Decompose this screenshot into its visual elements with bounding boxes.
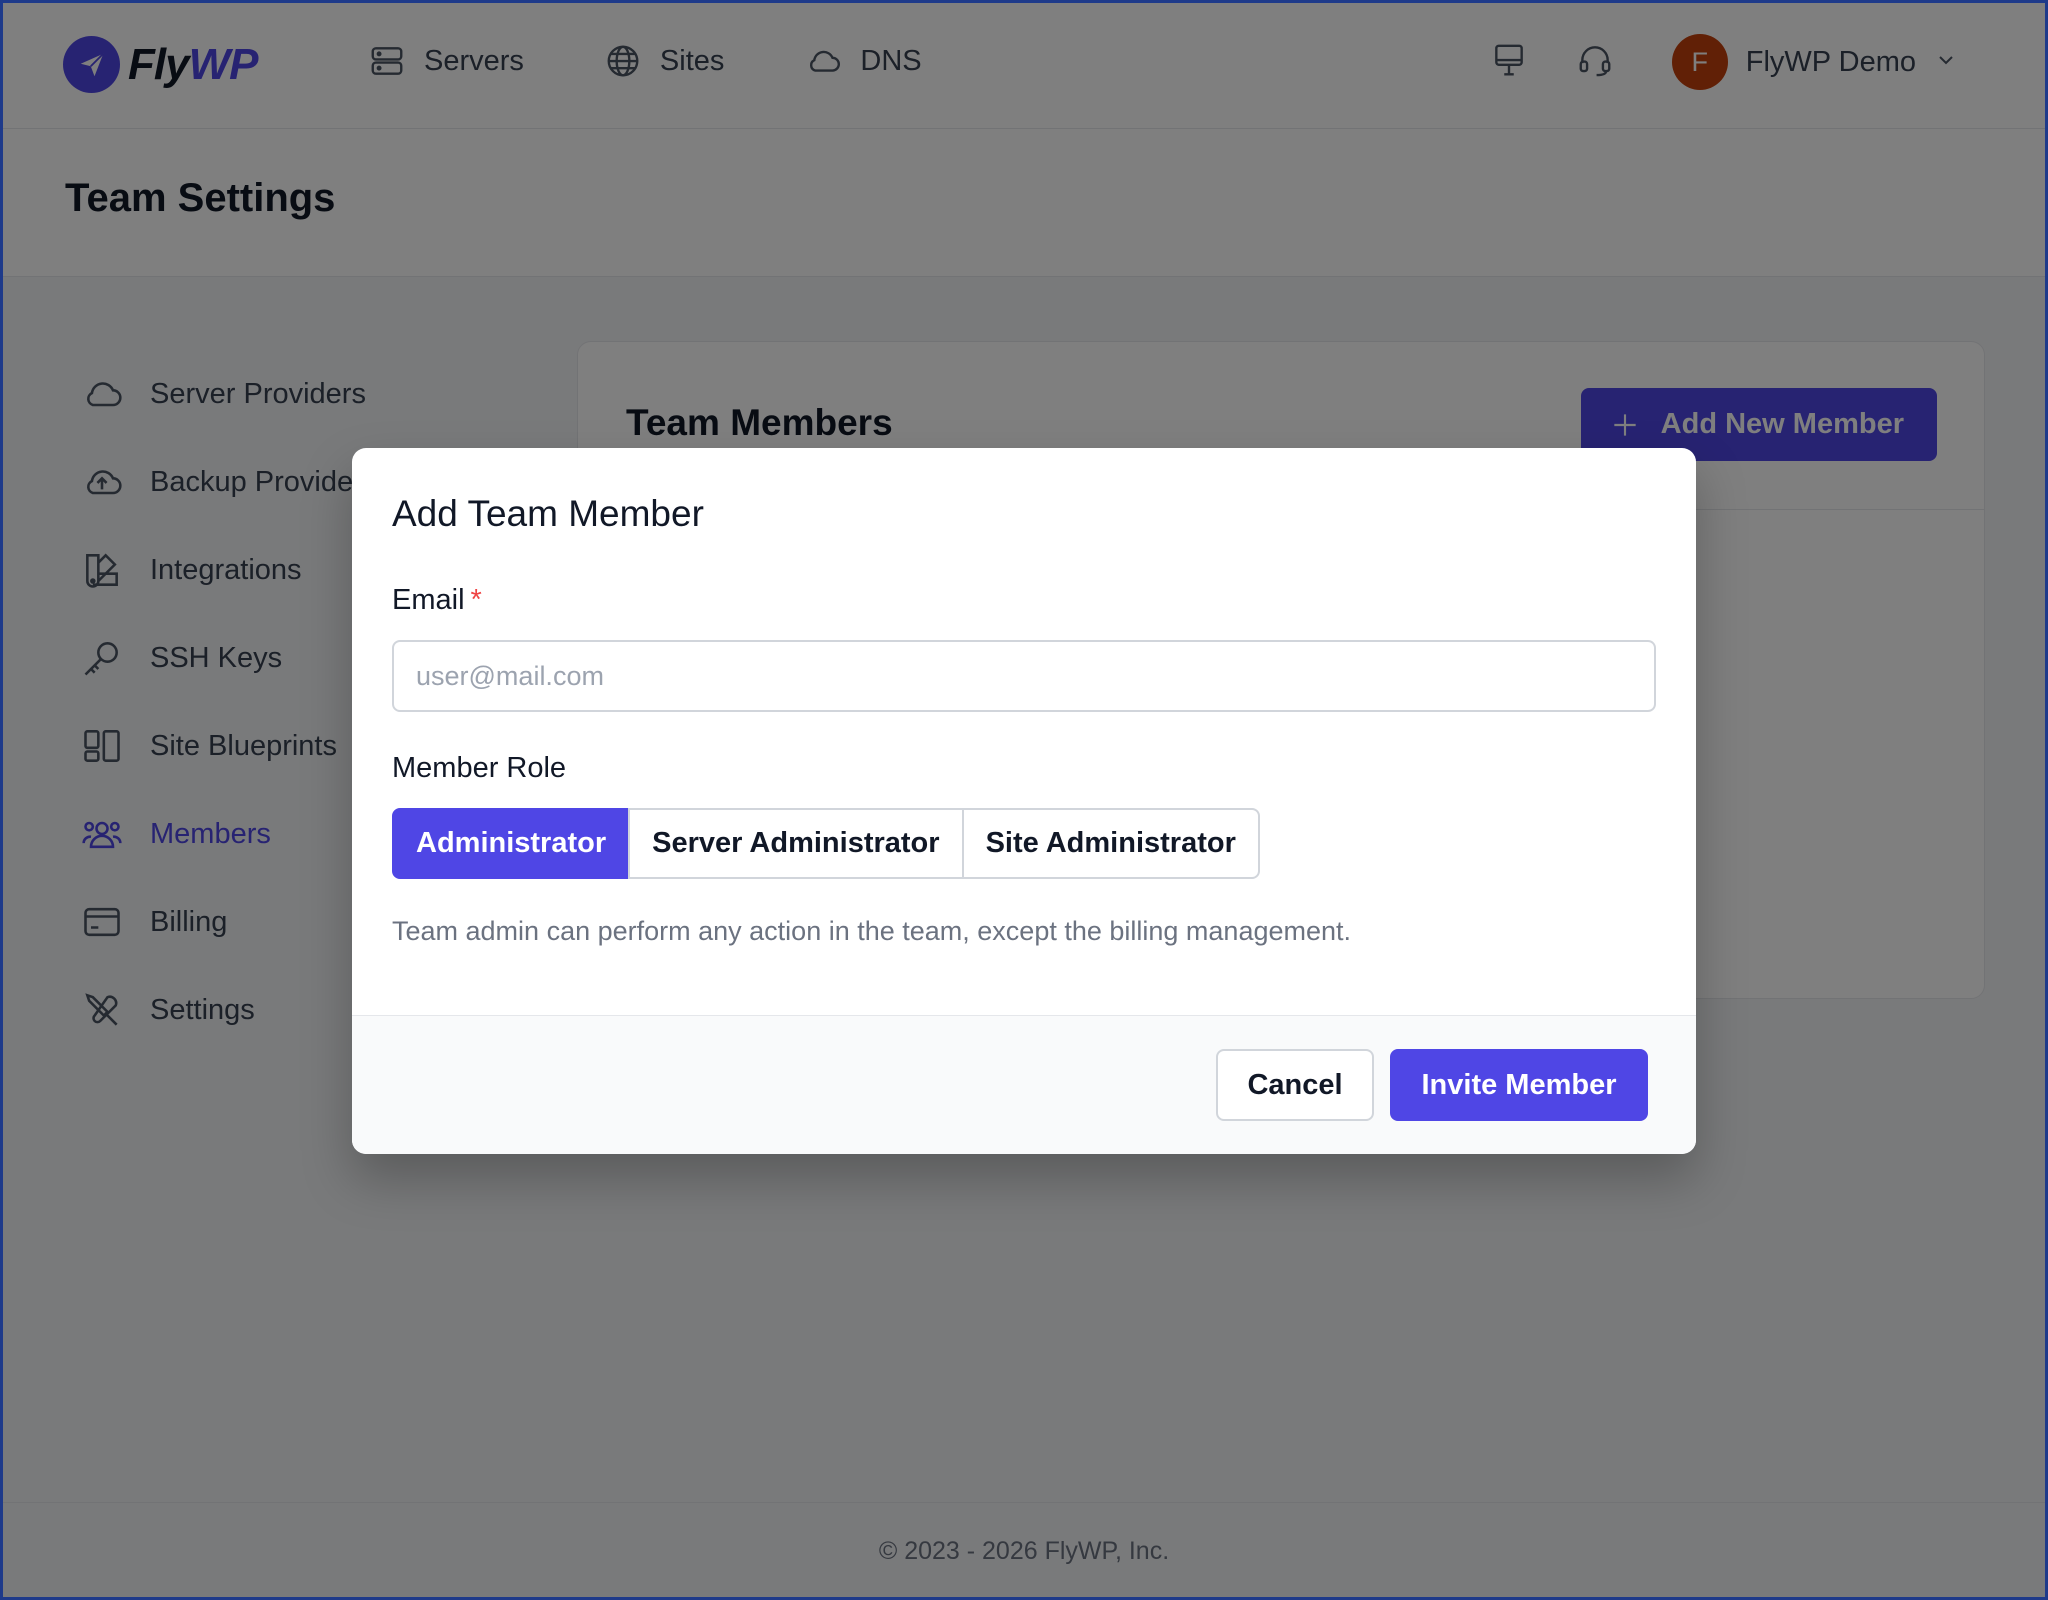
member-role-selector: Administrator Server Administrator Site … [392,808,1260,879]
role-description: Team admin can perform any action in the… [392,916,1352,946]
add-team-member-dialog: Add Team Member Email* Member Role Admin… [352,448,1696,1154]
cancel-button[interactable]: Cancel [1216,1049,1374,1121]
member-role-label: Member Role [392,752,567,784]
role-administrator-button[interactable]: Administrator [392,808,631,879]
dialog-title: Add Team Member [392,493,704,534]
required-asterisk: * [470,584,482,616]
dialog-footer: Cancel Invite Member [352,1015,1696,1154]
invite-member-button[interactable]: Invite Member [1390,1049,1648,1121]
email-field[interactable] [392,640,1656,712]
email-label: Email * [392,584,482,616]
role-site-administrator-button[interactable]: Site Administrator [961,808,1260,879]
role-server-administrator-button[interactable]: Server Administrator [628,808,964,879]
